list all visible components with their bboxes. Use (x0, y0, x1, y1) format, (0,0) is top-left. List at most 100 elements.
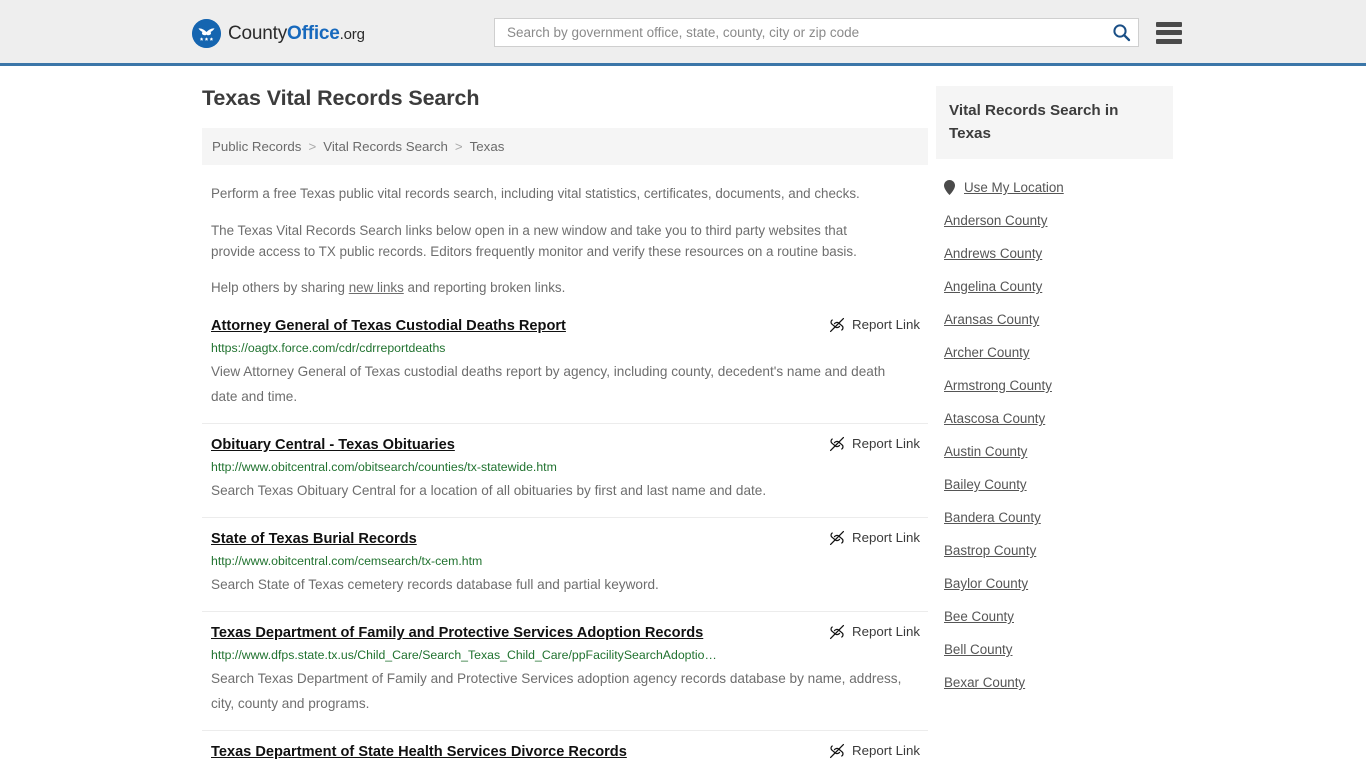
unlink-icon (829, 436, 845, 451)
county-link[interactable]: Bailey County (944, 477, 1027, 492)
logo-text-office: Office (287, 23, 340, 44)
report-link-button[interactable]: Report Link (829, 743, 920, 759)
main-column: Texas Vital Records Search Public Record… (193, 86, 928, 768)
county-link[interactable]: Austin County (944, 444, 1027, 459)
breadcrumb-item-public-records[interactable]: Public Records (212, 139, 301, 154)
unlink-icon (829, 624, 845, 639)
new-links-link[interactable]: new links (349, 280, 404, 295)
result-item: Texas Department of State Health Service… (202, 729, 928, 768)
county-link[interactable]: Atascosa County (944, 411, 1045, 426)
intro-text: Perform a free Texas public vital record… (202, 183, 928, 298)
site-logo[interactable]: CountyOffice.org (192, 19, 365, 48)
county-link[interactable]: Bell County (944, 642, 1012, 657)
report-link-button[interactable]: Report Link (829, 317, 920, 333)
results-list: Attorney General of Texas Custodial Deat… (202, 317, 928, 768)
result-title-link[interactable]: Obituary Central - Texas Obituaries (211, 436, 455, 454)
result-url: https://oagtx.force.com/cdr/cdrreportdea… (211, 340, 446, 355)
county-link[interactable]: Bandera County (944, 510, 1041, 525)
search-button[interactable] (1110, 22, 1132, 44)
county-link[interactable]: Bexar County (944, 675, 1025, 690)
result-item: Texas Department of Family and Protectiv… (202, 610, 928, 730)
use-my-location-link[interactable]: Use My Location (964, 180, 1064, 195)
sidebar-item-county[interactable]: Anderson County (936, 204, 1173, 237)
sidebar-county-list: Use My Location Anderson County Andrews C… (936, 171, 1173, 699)
logo-text-org: .org (339, 26, 365, 43)
sidebar-item-county[interactable]: Bandera County (936, 501, 1173, 534)
breadcrumb-separator-2: > (454, 138, 463, 154)
result-item: Attorney General of Texas Custodial Deat… (202, 317, 928, 423)
sidebar-item-county[interactable]: Bailey County (936, 468, 1173, 501)
sidebar-item-county[interactable]: Austin County (936, 435, 1173, 468)
search-icon (1112, 24, 1130, 42)
sidebar-item-county[interactable]: Andrews County (936, 237, 1173, 270)
sidebar-item-county[interactable]: Armstrong County (936, 369, 1173, 402)
search-box[interactable] (494, 18, 1139, 47)
map-pin-icon (944, 180, 955, 195)
sidebar-item-use-my-location[interactable]: Use My Location (936, 171, 1173, 204)
county-link[interactable]: Angelina County (944, 279, 1042, 294)
county-link[interactable]: Aransas County (944, 312, 1039, 327)
result-description: View Attorney General of Texas custodial… (211, 363, 886, 404)
intro-paragraph-2: The Texas Vital Records Search links bel… (211, 222, 857, 259)
county-link[interactable]: Armstrong County (944, 378, 1052, 393)
result-item: State of Texas Burial Records Report Link… (202, 516, 928, 611)
breadcrumb-separator-1: > (308, 138, 317, 154)
page-title: Texas Vital Records Search (202, 86, 480, 110)
sidebar-item-county[interactable]: Baylor County (936, 567, 1173, 600)
sidebar-item-county[interactable]: Aransas County (936, 303, 1173, 336)
hamburger-menu-icon[interactable] (1156, 21, 1182, 44)
report-link-label: Report Link (852, 743, 920, 759)
county-office-eagle-logo-icon (192, 19, 221, 48)
county-link[interactable]: Baylor County (944, 576, 1028, 591)
intro-p3-before: Help others by sharing (211, 279, 349, 295)
sidebar: Vital Records Search in Texas Use My Loc… (928, 86, 1173, 768)
report-link-label: Report Link (852, 317, 920, 333)
result-description: Search Texas Obituary Central for a loca… (211, 482, 767, 498)
breadcrumb-item-texas: Texas (469, 138, 505, 154)
intro-paragraph-1: Perform a free Texas public vital record… (211, 185, 860, 201)
site-logo-text: CountyOffice.org (228, 24, 365, 43)
unlink-icon (829, 530, 845, 545)
result-header: State of Texas Burial Records Report Link (202, 530, 928, 548)
result-description: Search State of Texas cemetery records d… (211, 576, 659, 592)
result-title-link[interactable]: Texas Department of State Health Service… (211, 743, 627, 761)
unlink-icon (829, 317, 845, 332)
result-title-link[interactable]: State of Texas Burial Records (211, 530, 417, 548)
county-link[interactable]: Anderson County (944, 213, 1047, 228)
hamburger-bar-3 (1156, 38, 1182, 44)
sidebar-item-county[interactable]: Bee County (936, 600, 1173, 633)
result-header: Texas Department of State Health Service… (202, 743, 928, 761)
sidebar-item-county[interactable]: Archer County (936, 336, 1173, 369)
sidebar-item-county[interactable]: Angelina County (936, 270, 1173, 303)
search-input[interactable] (505, 19, 1110, 46)
result-header: Obituary Central - Texas Obituaries Repor… (202, 436, 928, 454)
sidebar-item-county[interactable]: Bexar County (936, 666, 1173, 699)
hamburger-bar-2 (1156, 30, 1182, 35)
result-url: http://www.dfps.state.tx.us/Child_Care/S… (211, 647, 717, 662)
header-search-area (494, 18, 1182, 47)
sidebar-item-county[interactable]: Atascosa County (936, 402, 1173, 435)
county-link[interactable]: Bee County (944, 609, 1014, 624)
result-title-link[interactable]: Texas Department of Family and Protectiv… (211, 624, 703, 642)
breadcrumb-item-vital-records-search[interactable]: Vital Records Search (323, 139, 448, 154)
county-link[interactable]: Andrews County (944, 246, 1042, 261)
logo-text-county: County (228, 23, 288, 44)
report-link-button[interactable]: Report Link (829, 530, 920, 546)
breadcrumb: Public Records > Vital Records Search > … (202, 127, 928, 165)
content-wrapper: Texas Vital Records Search Public Record… (193, 86, 1173, 768)
report-link-button[interactable]: Report Link (829, 624, 920, 640)
result-title-link[interactable]: Attorney General of Texas Custodial Deat… (211, 317, 566, 335)
sidebar-item-county[interactable]: Bastrop County (936, 534, 1173, 567)
result-item: Obituary Central - Texas Obituaries Repor… (202, 422, 928, 517)
hamburger-bar-1 (1156, 21, 1182, 27)
sidebar-item-county[interactable]: Bell County (936, 633, 1173, 666)
county-link[interactable]: Bastrop County (944, 543, 1036, 558)
intro-p3-after: and reporting broken links. (403, 279, 566, 295)
sidebar-heading: Vital Records Search in Texas (936, 86, 1173, 159)
site-header: CountyOffice.org (0, 0, 1366, 66)
report-link-button[interactable]: Report Link (829, 436, 920, 452)
report-link-label: Report Link (852, 530, 920, 546)
county-link[interactable]: Archer County (944, 345, 1030, 360)
page-body: Texas Vital Records Search Public Record… (0, 66, 1366, 768)
unlink-icon (829, 743, 845, 758)
